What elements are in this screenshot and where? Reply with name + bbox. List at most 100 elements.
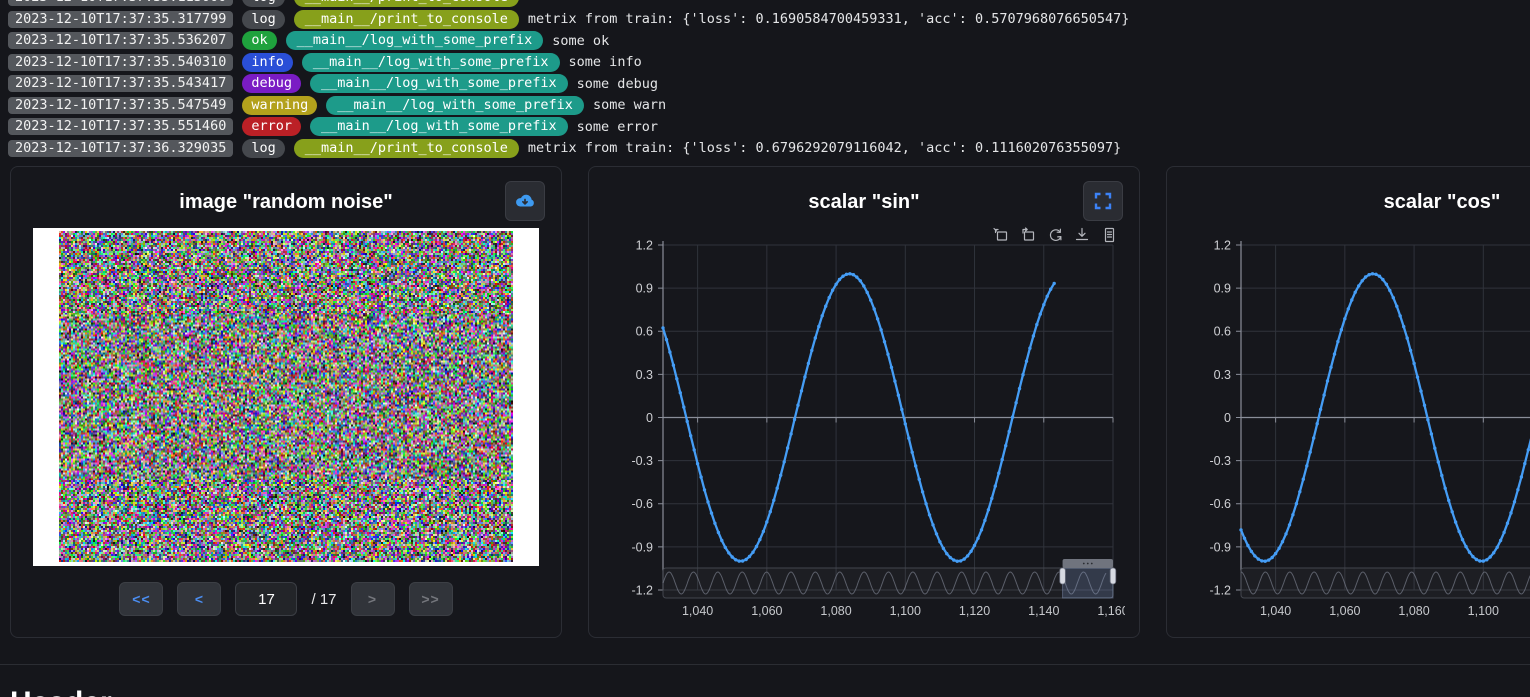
log-timestamp-badge: 2023-12-10T17:37:35.317799 <box>8 11 233 28</box>
svg-text:1,100: 1,100 <box>1468 604 1499 618</box>
log-console: 2023-12-10T17:37:35.113000log__main__/pr… <box>0 0 1530 159</box>
svg-text:-0.9: -0.9 <box>631 540 653 554</box>
log-source-badge: __main__/log_with_some_prefix <box>286 31 544 50</box>
cos-card-header: scalar "cos" <box>1183 181 1530 223</box>
svg-text:1,120: 1,120 <box>959 604 990 618</box>
log-source-badge: __main__/log_with_some_prefix <box>302 53 560 72</box>
log-row: 2023-12-10T17:37:35.540310 info __main__/l… <box>8 52 1530 74</box>
log-timestamp-badge: 2023-12-10T17:37:35.551460 <box>8 118 233 135</box>
log-timestamp-badge: 2023-12-10T17:37:35.547549 <box>8 97 233 114</box>
random-noise-image <box>59 231 513 562</box>
log-timestamp-badge: 2023-12-10T17:37:36.329035 <box>8 140 233 157</box>
log-source-badge: __main__/log_with_some_prefix <box>310 74 568 93</box>
log-row: 2023-12-10T17:37:35.543417 debug __main__/… <box>8 73 1530 95</box>
svg-text:0.6: 0.6 <box>636 325 653 339</box>
log-timestamp-badge: 2023-12-10T17:37:35.536207 <box>8 32 233 49</box>
svg-text:-0.9: -0.9 <box>1209 540 1231 554</box>
svg-text:0: 0 <box>1224 411 1231 425</box>
page-total-label: / 17 <box>311 591 336 608</box>
sin-card-header: scalar "sin" <box>605 181 1123 223</box>
svg-text:1,100: 1,100 <box>890 604 921 618</box>
cos-card-title: scalar "cos" <box>1183 181 1530 223</box>
svg-text:-0.3: -0.3 <box>631 454 653 468</box>
log-level-badge: warning <box>242 96 317 115</box>
svg-text:1.2: 1.2 <box>1214 238 1231 252</box>
svg-text:0.9: 0.9 <box>1214 282 1231 296</box>
svg-text:1,060: 1,060 <box>1329 604 1360 618</box>
cos-line-chart[interactable]: 1.20.90.60.30-0.3-0.6-0.9-1.21,0401,0601… <box>1183 225 1530 635</box>
log-source-badge: __main__/print_to_console <box>294 10 519 29</box>
svg-text:-0.6: -0.6 <box>631 497 653 511</box>
page-number-input[interactable] <box>235 582 297 616</box>
log-level-badge: error <box>242 117 301 136</box>
log-source-badge: __main__/print_to_console <box>294 139 519 158</box>
svg-text:0.3: 0.3 <box>636 368 653 382</box>
cards-row: image "random noise" << < / 17 > >> <box>10 166 1530 638</box>
cloud-download-button[interactable] <box>505 181 545 221</box>
svg-text:0.9: 0.9 <box>636 282 653 296</box>
log-message: some info <box>569 54 642 70</box>
log-timestamp-badge: 2023-12-10T17:37:35.543417 <box>8 75 233 92</box>
log-level-badge: debug <box>242 74 301 93</box>
log-level-badge: log <box>242 139 284 158</box>
svg-text:1,060: 1,060 <box>751 604 782 618</box>
last-page-button[interactable]: >> <box>409 582 453 616</box>
svg-text:1,160: 1,160 <box>1097 604 1125 618</box>
svg-text:0: 0 <box>646 411 653 425</box>
svg-text:1,080: 1,080 <box>1398 604 1429 618</box>
cloud-download-icon <box>514 190 536 212</box>
first-page-button[interactable]: << <box>119 582 163 616</box>
log-row: 2023-12-10T17:37:35.113000log__main__/pr… <box>8 0 1530 9</box>
sin-chart-area[interactable]: 1.2 0.9 0.6 0.3 0 -0.3 -0.6 -0.9 -1.2 1,040 1,060 1… <box>605 225 1123 635</box>
sin-line-chart[interactable]: 1.2 0.9 0.6 0.3 0 -0.3 -0.6 -0.9 -1.2 1,040 1,060 1… <box>605 225 1125 635</box>
svg-text:1,040: 1,040 <box>682 604 713 618</box>
page: 2023-12-10T17:37:35.113000log__main__/pr… <box>0 0 1530 697</box>
log-level-badge: log <box>242 10 284 29</box>
scalar-cos-card: scalar "cos" 1.20.90.60.30-0.3-0.6-0.9-1… <box>1166 166 1530 638</box>
datazoom-slider[interactable] <box>1241 559 1530 598</box>
svg-text:1,080: 1,080 <box>820 604 851 618</box>
svg-text:1.2: 1.2 <box>636 238 653 252</box>
bottom-heading: Header <box>10 686 1530 697</box>
cos-chart-area[interactable]: 1.20.90.60.30-0.3-0.6-0.9-1.21,0401,0601… <box>1183 225 1530 635</box>
log-source-badge: __main__/log_with_some_prefix <box>310 117 568 136</box>
svg-text:-0.3: -0.3 <box>1209 454 1231 468</box>
log-source-badge: __main__/print_to_console <box>294 0 519 7</box>
fullscreen-icon <box>1094 192 1112 210</box>
datazoom-handle[interactable] <box>1060 568 1066 584</box>
figure-frame <box>33 228 539 566</box>
prev-page-button[interactable]: < <box>177 582 221 616</box>
svg-text:-0.6: -0.6 <box>1209 497 1231 511</box>
svg-text:0.6: 0.6 <box>1214 325 1231 339</box>
next-page-button[interactable]: > <box>351 582 395 616</box>
datazoom-handle[interactable] <box>1110 568 1116 584</box>
zoom-reset-icon[interactable] <box>1020 227 1036 243</box>
svg-text:1,140: 1,140 <box>1028 604 1059 618</box>
svg-text:-1.2: -1.2 <box>631 583 653 597</box>
image-pagination: << < / 17 > >> <box>27 582 545 616</box>
restore-icon[interactable] <box>1047 227 1063 243</box>
log-row: 2023-12-10T17:37:35.317799 log __main__/pr… <box>8 9 1530 31</box>
svg-text:-1.2: -1.2 <box>1209 583 1231 597</box>
log-level-badge: ok <box>242 31 276 50</box>
log-level-badge: log <box>242 0 284 7</box>
log-message: some error <box>577 119 658 135</box>
log-message: metrix from train: {'loss': 0.1690584700… <box>528 11 1129 27</box>
log-level-badge: info <box>242 53 293 72</box>
section-divider <box>0 664 1530 665</box>
scalar-sin-card: scalar "sin" 1.2 0.9 0.6 0.3 0 -0.3 -0.6 -0.9 -1… <box>588 166 1140 638</box>
log-timestamp-badge: 2023-12-10T17:37:35.540310 <box>8 54 233 71</box>
log-message: some ok <box>552 33 609 49</box>
zoom-select-icon[interactable] <box>993 227 1009 243</box>
datazoom-slider[interactable] <box>663 559 1116 598</box>
log-row: 2023-12-10T17:37:35.547549warning__main_… <box>8 95 1530 117</box>
data-view-icon[interactable] <box>1101 227 1117 243</box>
log-message: metrix from train: {'loss': 0.6796292079… <box>528 140 1121 156</box>
sin-card-title: scalar "sin" <box>605 181 1123 223</box>
save-image-icon[interactable] <box>1074 227 1090 243</box>
log-message: some warn <box>593 97 666 113</box>
log-row: 2023-12-10T17:37:35.536207 ok __main__/log… <box>8 30 1530 52</box>
svg-text:1,040: 1,040 <box>1260 604 1291 618</box>
log-row: 2023-12-10T17:37:36.329035 log __main__/pr… <box>8 138 1530 160</box>
fullscreen-button[interactable] <box>1083 181 1123 221</box>
